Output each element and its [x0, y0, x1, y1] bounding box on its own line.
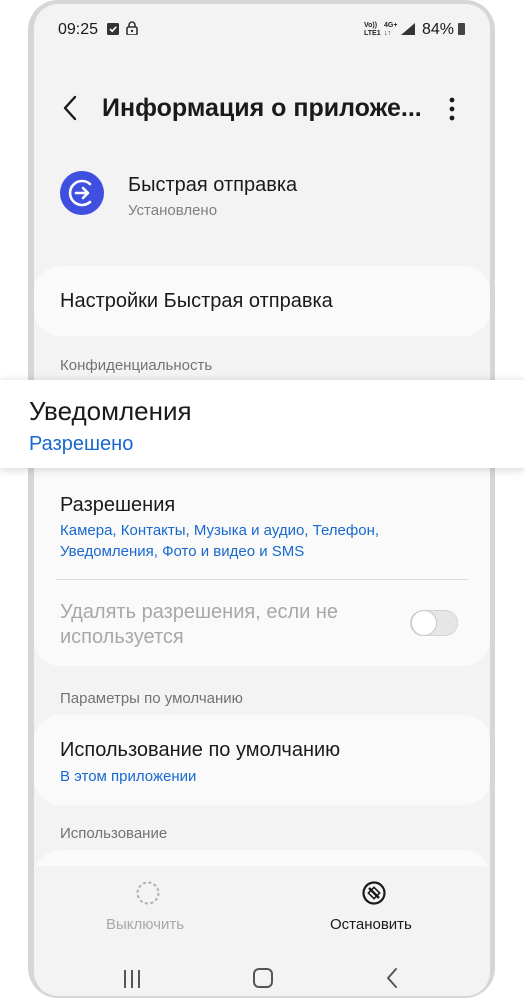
more-options-icon[interactable]	[444, 96, 460, 122]
disable-label: Выключить	[106, 916, 185, 933]
disable-button[interactable]: Выключить	[74, 866, 224, 952]
page-title: Информация о приложе...	[102, 94, 422, 122]
lock-icon	[126, 21, 138, 35]
back-nav-icon[interactable]	[384, 967, 400, 989]
back-arrow-icon[interactable]	[58, 93, 82, 123]
notifications-label: Уведомления	[29, 396, 192, 426]
notifications-value: Разрешено	[29, 433, 134, 455]
network-type: 4G+ ↓↑	[384, 22, 398, 37]
battery-icon	[458, 23, 465, 35]
app-icon	[60, 171, 104, 215]
force-stop-button[interactable]: Остановить	[304, 866, 454, 952]
home-icon[interactable]	[252, 967, 274, 989]
stop-label: Остановить	[330, 916, 412, 933]
default-usage-value: В этом приложении	[60, 768, 197, 785]
app-settings-item[interactable]: Настройки Быстрая отправка	[34, 266, 490, 336]
notifications-item[interactable]: Уведомления Разрешено	[0, 380, 525, 468]
status-bar: 09:25 Vo)) LTE1 4G+ ↓↑ 84%	[34, 4, 490, 52]
app-name: Быстрая отправка	[128, 174, 298, 196]
app-settings-label: Настройки Быстрая отправка	[60, 290, 333, 312]
toggle-knob	[411, 609, 437, 636]
remove-permissions-toggle[interactable]	[410, 609, 458, 636]
quick-share-icon	[61, 172, 103, 214]
volte-indicator: Vo)) LTE1	[364, 22, 381, 37]
app-install-status: Установлено	[128, 202, 218, 219]
default-usage-label: Использование по умолчанию	[60, 739, 341, 761]
notification-check-icon	[107, 23, 119, 35]
recent-apps-icon[interactable]	[122, 968, 142, 990]
usage-section-title: Использование	[60, 825, 168, 842]
permissions-label: Разрешения	[60, 494, 176, 516]
divider	[56, 579, 468, 580]
signal-icon	[401, 23, 415, 35]
privacy-section-title: Конфиденциальность	[60, 357, 213, 374]
remove-permissions-label: Удалять разрешения, если не используется	[60, 601, 339, 648]
battery-percent: 84%	[422, 21, 455, 38]
defaults-section-title: Параметры по умолчанию	[60, 690, 243, 707]
disable-icon	[136, 881, 160, 905]
default-usage-item[interactable]: Использование по умолчанию В этом прилож…	[34, 715, 490, 805]
permissions-item[interactable]: Разрешения Камера, Контакты, Музыка и ау…	[34, 482, 490, 578]
screen: 09:25 Vo)) LTE1 4G+ ↓↑ 84% Информация о …	[34, 4, 490, 996]
status-time: 09:25	[58, 21, 99, 38]
stop-icon	[362, 881, 386, 905]
bottom-action-bar: Выключить Остановить	[34, 866, 490, 956]
navigation-bar	[34, 956, 490, 996]
permissions-value: Камера, Контакты, Музыка и аудио, Телефо…	[60, 522, 380, 560]
